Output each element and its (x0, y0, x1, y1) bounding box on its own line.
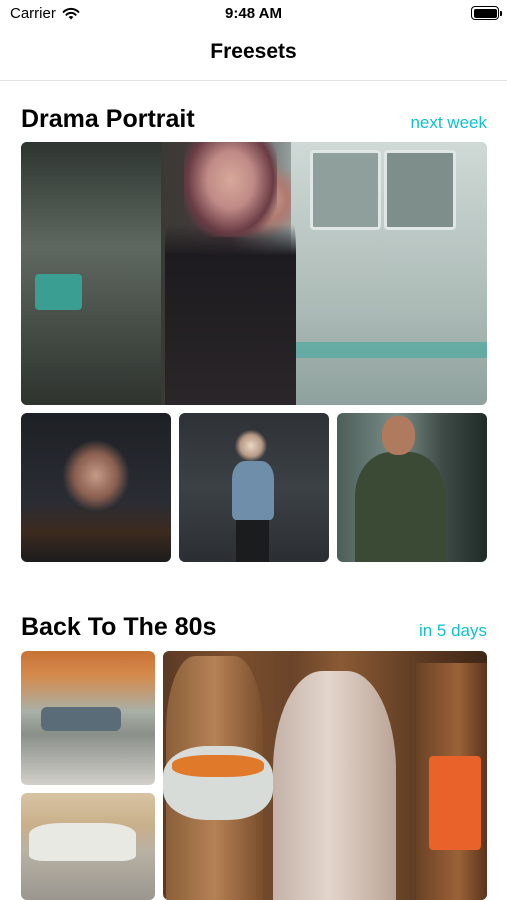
street-scene-photo[interactable] (21, 651, 155, 785)
section-title-back-to-the-80s: Back To The 80s (21, 613, 217, 641)
woman-portrait-photo[interactable] (21, 413, 171, 562)
status-bar: Carrier 9:48 AM (0, 0, 507, 28)
bearded-man-photo[interactable] (337, 413, 487, 562)
page-title: Freesets (210, 40, 297, 63)
navigation-bar: Freesets (0, 28, 507, 81)
section-eta-drama-portrait: next week (410, 113, 487, 132)
section-eta-back-to-the-80s: in 5 days (418, 621, 487, 640)
bottles-photo[interactable] (163, 651, 487, 900)
battery-icon (471, 6, 502, 20)
status-time: 9:48 AM (225, 5, 282, 22)
woman-denim-jacket-photo[interactable] (179, 413, 329, 562)
section-title-drama-portrait: Drama Portrait (21, 105, 195, 133)
vintage-car-photo[interactable] (21, 793, 155, 900)
woman-leather-jacket-photo[interactable] (21, 142, 487, 405)
